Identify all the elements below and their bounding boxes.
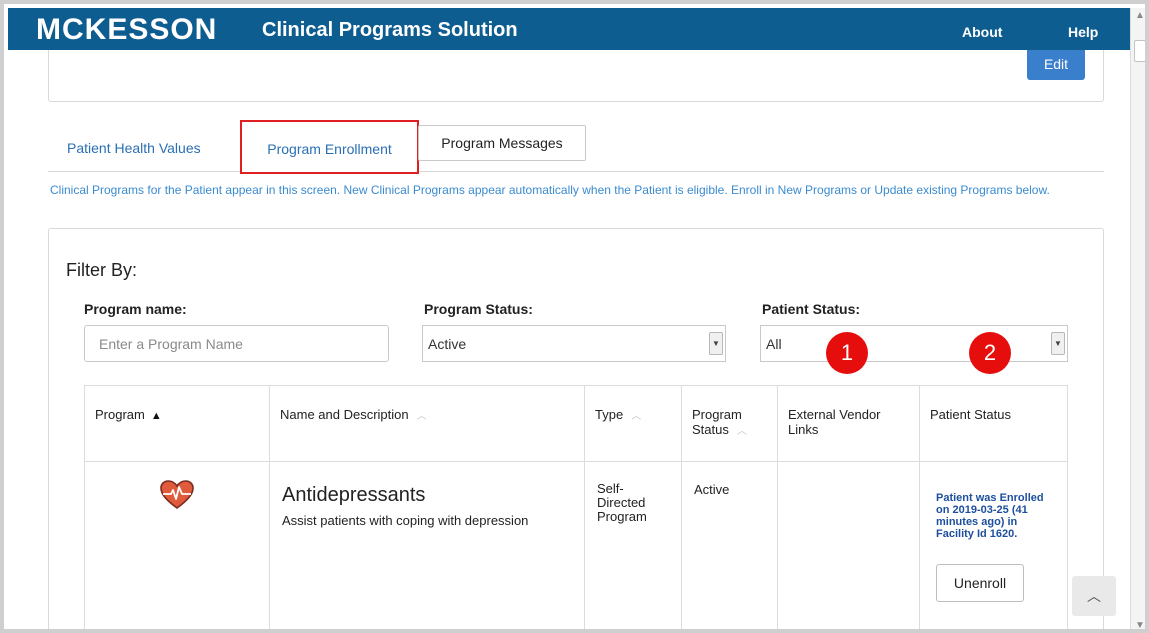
browser-frame: MCKESSON Clinical Programs Solution Abou… (0, 0, 1149, 633)
col-header-name-description[interactable]: Name and Description ︿ (269, 385, 585, 462)
col-header-type[interactable]: Type ︿ (584, 385, 682, 462)
program-title: Antidepressants (282, 484, 426, 506)
table-header-row: Program ▲ Name and Description ︿ Type ︿ Pro… (84, 385, 1068, 462)
program-name-cell: Antidepressants Assist patients with cop… (269, 461, 585, 629)
programs-table: Program ▲ Name and Description ︿ Type ︿ Pro… (84, 385, 1068, 629)
program-status-cell: Active (681, 461, 778, 629)
vendor-links-cell (777, 461, 920, 629)
chevron-up-icon: ︿ (1087, 588, 1101, 604)
chevron-down-icon[interactable]: ▼ (709, 332, 723, 355)
program-name-label: Program name: (84, 301, 187, 317)
filter-heading: Filter By: (66, 260, 138, 280)
sort-icon[interactable]: ︿ (737, 426, 747, 437)
col-header-vendor-links: External Vendor Links (777, 385, 920, 462)
tabs-divider (48, 171, 1104, 172)
tab-program-messages[interactable]: Program Messages (418, 125, 586, 161)
col-header-vendor-links-label: External Vendor Links (788, 407, 881, 437)
col-header-program-label: Program (95, 407, 145, 422)
tab-patient-health-values[interactable]: Patient Health Values (67, 140, 201, 156)
scrollbar-thumb[interactable] (1134, 40, 1145, 62)
sort-icon[interactable]: ︿ (631, 411, 641, 422)
sort-ascending-icon[interactable]: ▲ (151, 410, 162, 422)
col-header-program-status-label: Program Status (692, 407, 742, 437)
col-header-program-status[interactable]: Program Status ︿ (681, 385, 778, 462)
top-navigation-bar: MCKESSON Clinical Programs Solution Abou… (8, 8, 1130, 50)
program-name-input[interactable] (84, 325, 389, 362)
patient-status-select[interactable]: All ▼ (760, 325, 1068, 362)
program-status-value: Active (428, 336, 467, 352)
app-title: Clinical Programs Solution (262, 19, 518, 41)
scroll-up-arrow-icon[interactable]: ▲ (1135, 10, 1145, 21)
vertical-scrollbar[interactable]: ▲ ▼ (1130, 8, 1145, 629)
intro-description: Clinical Programs for the Patient appear… (50, 183, 1050, 197)
patient-status-value: All (766, 336, 782, 352)
col-header-patient-status-label: Patient Status (930, 407, 1011, 422)
scroll-down-arrow-icon[interactable]: ▼ (1135, 620, 1145, 629)
program-description: Assist patients with coping with depress… (282, 513, 529, 528)
chevron-down-icon[interactable]: ▼ (1051, 332, 1065, 355)
help-link[interactable]: Help (1068, 24, 1098, 40)
program-status-label: Program Status: (424, 301, 533, 317)
patient-status-label: Patient Status: (762, 301, 861, 317)
program-icon-cell (84, 461, 270, 629)
col-header-type-label: Type (595, 407, 624, 422)
scroll-to-top-button[interactable]: ︿ (1072, 576, 1116, 616)
col-header-name-description-label: Name and Description (280, 407, 409, 422)
annotation-badge-2: 2 (969, 332, 1011, 374)
col-header-program[interactable]: Program ▲ (84, 385, 270, 462)
unenroll-button[interactable]: Unenroll (936, 564, 1024, 602)
edit-button[interactable]: Edit (1027, 50, 1085, 80)
table-row: Antidepressants Assist patients with cop… (84, 461, 1068, 629)
sort-icon[interactable]: ︿ (417, 411, 427, 422)
patient-summary-card (48, 50, 1104, 102)
mckesson-logo[interactable]: MCKESSON (36, 15, 217, 45)
annotation-badge-1: 1 (826, 332, 868, 374)
col-header-patient-status: Patient Status (919, 385, 1068, 462)
program-type-cell: Self-Directed Program (584, 461, 682, 629)
about-link[interactable]: About (962, 24, 1002, 40)
patient-status-cell: Patient was Enrolled on 2019-03-25 (41 m… (919, 461, 1068, 629)
tab-program-enrollment[interactable]: Program Enrollment (240, 120, 419, 174)
enrollment-status-text: Patient was Enrolled on 2019-03-25 (41 m… (936, 492, 1044, 540)
program-status-select[interactable]: Active ▼ (422, 325, 726, 362)
heart-pulse-icon (160, 480, 194, 513)
